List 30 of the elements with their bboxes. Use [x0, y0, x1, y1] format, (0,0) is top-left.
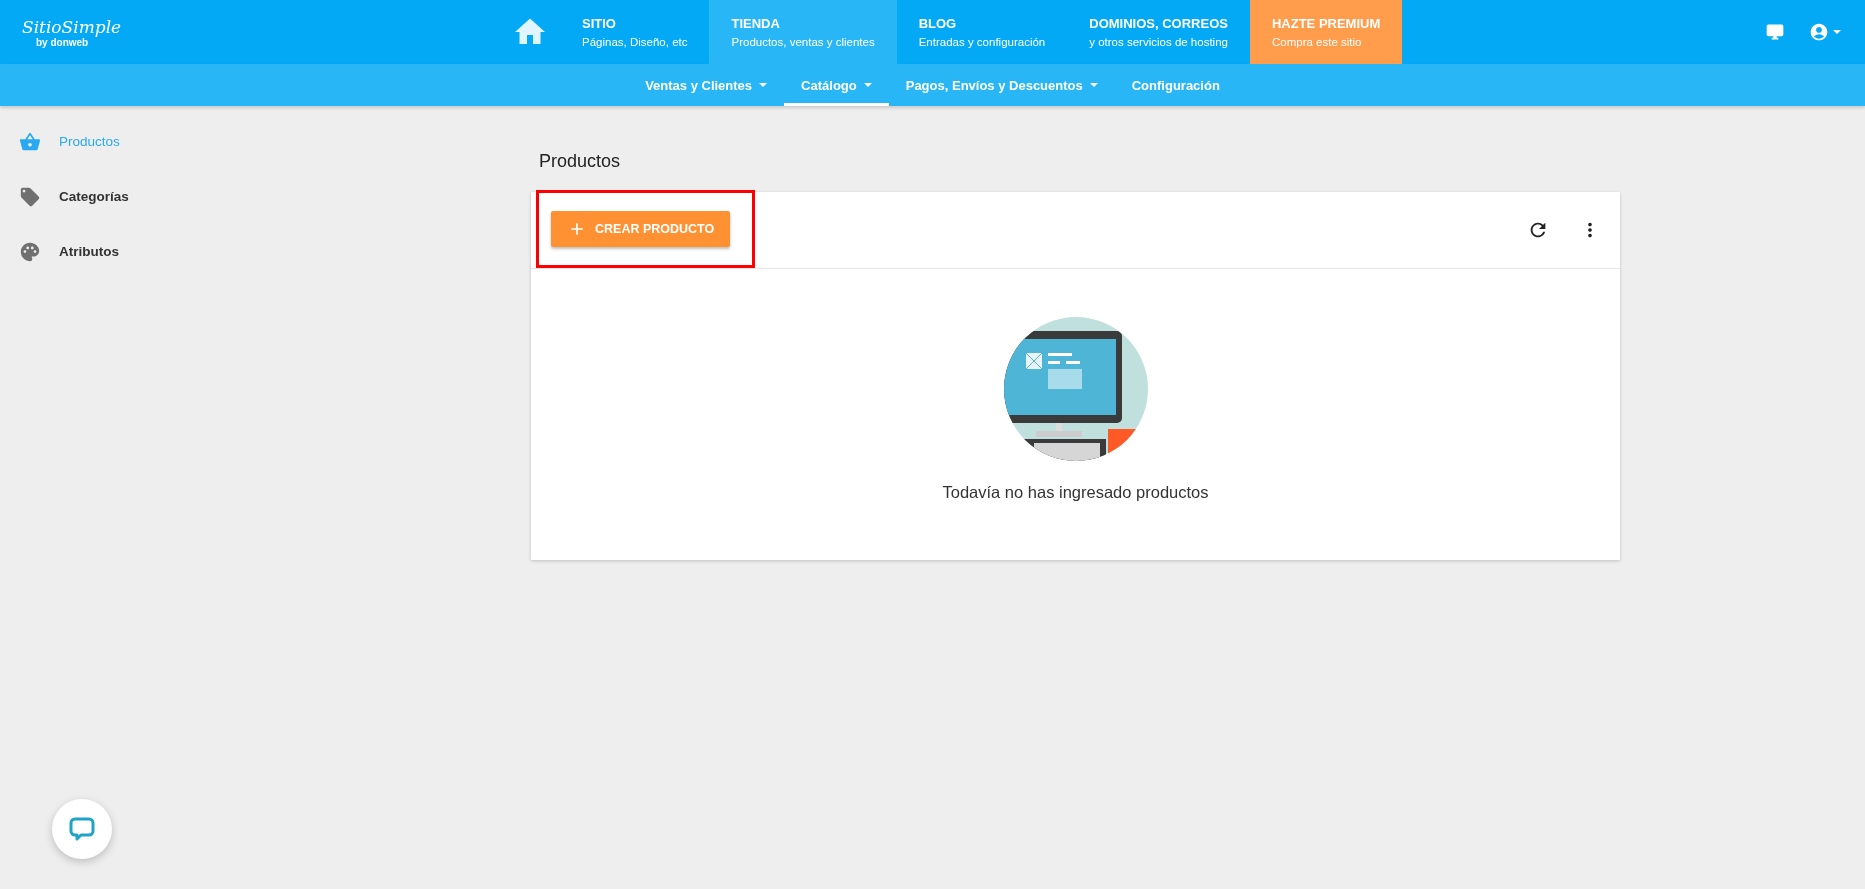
nav-tab[interactable]: DOMINIOS, CORREOS y otros servicios de hosting [1067, 0, 1250, 64]
nav-tab[interactable]: BLOG Entradas y configuración [896, 0, 1068, 64]
empty-message: Todavía no has ingresado productos [942, 483, 1209, 502]
caret-icon [759, 83, 768, 87]
create-product-button[interactable]: CREAR PRODUCTO [551, 211, 731, 247]
desktop-icon[interactable] [1765, 22, 1785, 42]
caret-icon [863, 83, 872, 87]
subnav-tab[interactable]: Ventas y Clientes [628, 64, 785, 106]
account-menu-button[interactable] [1809, 22, 1841, 42]
chat-button[interactable] [52, 799, 112, 859]
premium-tab[interactable]: HAZTE PREMIUM Compra este sitio [1249, 0, 1403, 64]
sidebar-item[interactable]: Categorías [0, 169, 200, 224]
subnav-tab[interactable]: Configuración [1114, 64, 1237, 106]
sidebar-item[interactable]: Productos [0, 114, 200, 169]
tags-icon [19, 185, 41, 208]
nav-tab[interactable]: TIENDA Productos, ventas y clientes [709, 0, 897, 64]
sidebar-label: Atributos [59, 244, 119, 259]
sidebar-item[interactable]: Atributos [0, 224, 200, 279]
logo-byline: by donweb [36, 36, 89, 48]
page-title: Productos [539, 151, 622, 172]
chat-icon [69, 816, 95, 842]
basket-icon [19, 130, 41, 153]
palette-icon [19, 240, 41, 263]
subnav-tab[interactable]: Catálogo [784, 64, 889, 106]
nav-tab[interactable]: SITIO Páginas, Diseño, etc [560, 0, 710, 64]
logo-text[interactable]: SitioSimple [22, 16, 122, 37]
sidebar-label: Categorías [59, 189, 129, 204]
caret-icon [1089, 83, 1098, 87]
subnav-tab[interactable]: Pagos, Envíos y Descuentos [888, 64, 1115, 106]
sidebar-label: Productos [59, 134, 120, 149]
